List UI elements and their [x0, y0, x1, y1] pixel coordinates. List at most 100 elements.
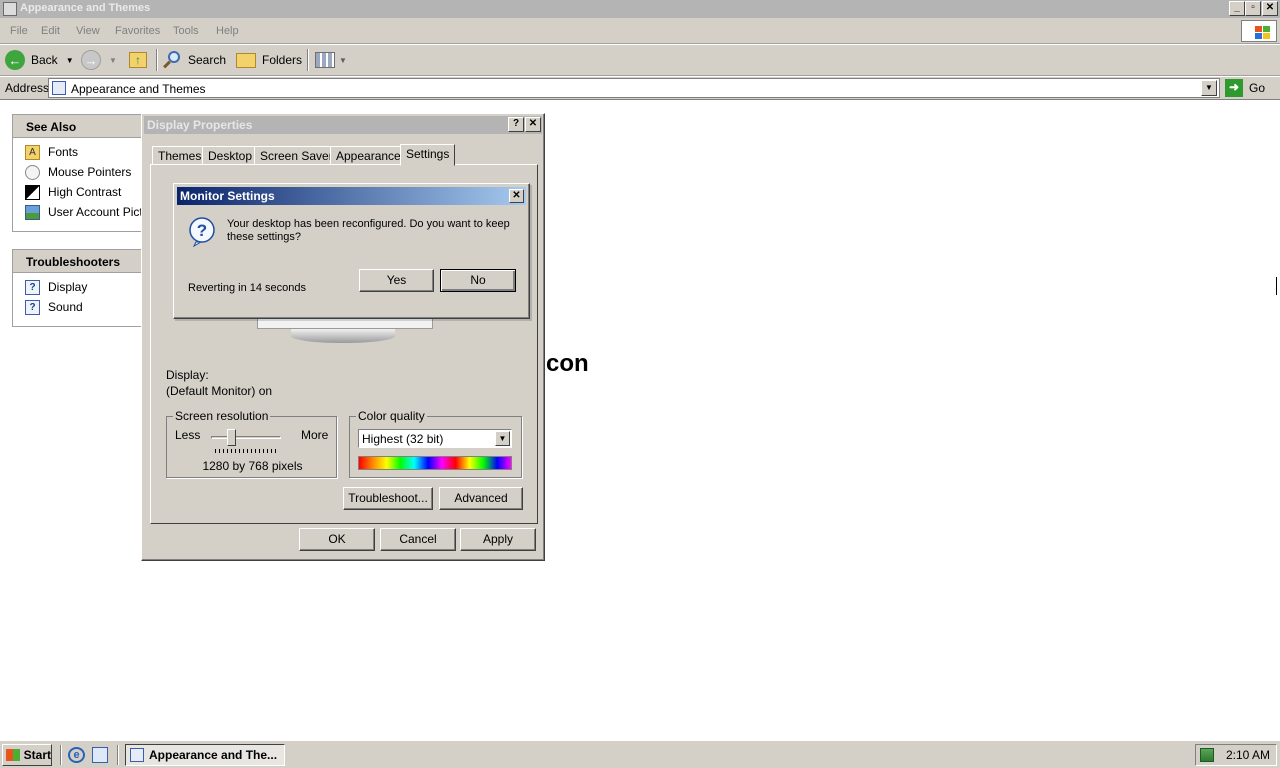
chevron-down-icon: ▼: [109, 55, 117, 65]
see-also-label: High Contrast: [48, 185, 122, 199]
troubleshooter-label: Display: [48, 280, 88, 294]
monitor-settings-dialog: Monitor Settings ✕ ? Your desktop has be…: [173, 183, 530, 319]
ok-button[interactable]: OK: [299, 528, 375, 551]
control-panel-icon: [52, 81, 66, 95]
clock[interactable]: 2:10 AM: [1226, 748, 1270, 762]
color-quality-label: Color quality: [356, 409, 427, 423]
address-dropdown-button[interactable]: ▼: [1201, 80, 1217, 96]
see-also-label: Fonts: [48, 145, 79, 159]
address-value: Appearance and Themes: [71, 82, 206, 96]
mouse-icon: [25, 164, 40, 180]
forward-button[interactable]: → ▼: [81, 49, 117, 71]
color-quality-select[interactable]: Highest (32 bit) ▼: [358, 429, 512, 448]
folders-button[interactable]: Folders: [236, 49, 302, 71]
window-titlebar[interactable]: Appearance and Themes _ ▫ ✕: [0, 0, 1280, 18]
see-also-label: Mouse Pointers: [48, 165, 132, 179]
minimize-button[interactable]: _: [1229, 1, 1245, 16]
maximize-button[interactable]: ▫: [1245, 1, 1261, 16]
monitor-settings-title: Monitor Settings: [180, 189, 275, 203]
help-button[interactable]: ?: [508, 117, 524, 132]
go-label: Go: [1249, 81, 1266, 95]
see-also-item-mouse-pointers[interactable]: Mouse Pointers: [13, 162, 141, 182]
back-label: Back: [31, 53, 58, 67]
folder-fonts-icon: A: [25, 144, 40, 160]
chevron-down-icon: ▼: [339, 55, 347, 65]
tab-screen-saver[interactable]: Screen Saver: [254, 146, 339, 165]
go-arrow-icon: ➜: [1225, 79, 1243, 97]
folder-icon: [3, 2, 17, 16]
forward-arrow-icon: →: [81, 50, 101, 70]
see-also-item-high-contrast[interactable]: High Contrast: [13, 182, 141, 202]
window-title: Appearance and Themes: [20, 2, 151, 14]
troubleshooter-item-sound[interactable]: ? Sound: [13, 297, 141, 317]
toolbar: ← Back ▼ → ▼ ↑ Search Folders ▼: [0, 45, 1280, 76]
search-button[interactable]: Search: [162, 49, 226, 71]
start-label: Start: [23, 748, 51, 762]
up-folder-button[interactable]: ↑: [129, 49, 147, 71]
cancel-button[interactable]: Cancel: [380, 528, 456, 551]
views-button[interactable]: ▼: [315, 49, 347, 71]
display-properties-dialog: Display Properties ? ✕ Themes Desktop Sc…: [141, 113, 545, 561]
menu-file[interactable]: File: [10, 25, 28, 37]
network-icon[interactable]: [1200, 748, 1214, 762]
see-also-item-fonts[interactable]: A Fonts: [13, 142, 141, 162]
screen-resolution-label: Screen resolution: [173, 409, 271, 423]
display-label: Display:: [166, 368, 209, 382]
show-desktop-icon[interactable]: [92, 747, 108, 763]
no-button[interactable]: No: [440, 269, 516, 292]
contrast-icon: [25, 184, 40, 200]
resolution-slider-track[interactable]: [211, 436, 281, 439]
control-panel-icon: [130, 748, 144, 762]
back-arrow-icon: ←: [5, 50, 25, 70]
menu-bar: File Edit View Favorites Tools Help: [0, 18, 1280, 44]
advanced-button[interactable]: Advanced: [439, 487, 523, 510]
menu-help[interactable]: Help: [216, 25, 239, 37]
folders-label: Folders: [262, 53, 303, 67]
menu-tools[interactable]: Tools: [173, 25, 199, 37]
menu-view[interactable]: View: [76, 25, 100, 37]
close-button[interactable]: ✕: [1262, 1, 1278, 16]
see-also-heading: See Also: [13, 115, 141, 138]
start-button[interactable]: Start: [2, 744, 52, 766]
address-input[interactable]: Appearance and Themes ▼: [48, 78, 1220, 98]
address-label: Address: [5, 81, 50, 95]
search-label: Search: [188, 53, 227, 67]
views-icon: [315, 52, 335, 68]
internet-explorer-icon[interactable]: e: [68, 747, 85, 763]
menu-favorites[interactable]: Favorites: [115, 25, 160, 37]
tab-appearance[interactable]: Appearance: [330, 146, 407, 165]
troubleshooter-item-display[interactable]: ? Display: [13, 277, 141, 297]
yes-button[interactable]: Yes: [359, 269, 434, 292]
troubleshoot-button[interactable]: Troubleshoot...: [343, 487, 433, 510]
see-also-pane: See Also A Fonts Mouse Pointers High Con…: [12, 114, 142, 232]
tab-desktop[interactable]: Desktop: [202, 146, 259, 165]
taskbar-item-appearance-themes[interactable]: Appearance and The...: [125, 744, 285, 766]
color-quality-value: Highest (32 bit): [362, 432, 444, 446]
back-button[interactable]: ← Back ▼: [5, 49, 74, 71]
color-spectrum-bar: [358, 456, 512, 470]
message-close-button[interactable]: ✕: [509, 189, 524, 203]
troubleshooters-heading: Troubleshooters: [13, 250, 141, 273]
resolution-slider-thumb[interactable]: [227, 429, 236, 446]
menu-edit[interactable]: Edit: [41, 25, 60, 37]
help-icon: ?: [25, 299, 40, 315]
monitor-settings-titlebar[interactable]: Monitor Settings ✕: [177, 187, 526, 205]
resolution-value: 1280 by 768 pixels: [202, 459, 303, 473]
windows-logo-icon: [1241, 20, 1277, 42]
system-tray: 2:10 AM: [1195, 744, 1277, 766]
troubleshooters-pane: Troubleshooters ? Display ? Sound: [12, 249, 142, 327]
revert-countdown: Reverting in 14 seconds: [188, 282, 307, 294]
tab-settings[interactable]: Settings: [400, 144, 456, 166]
display-properties-titlebar[interactable]: Display Properties ? ✕: [144, 116, 542, 134]
monitor-stand: [291, 329, 395, 343]
message-line-2: these settings?: [227, 231, 301, 243]
color-quality-group: Color quality Highest (32 bit) ▼: [349, 409, 522, 478]
up-folder-icon: ↑: [129, 52, 147, 68]
apply-button[interactable]: Apply: [460, 528, 536, 551]
see-also-item-user-account-picture[interactable]: User Account Pictu: [13, 202, 141, 222]
screen-resolution-group: Screen resolution Less More 1280 by 768 …: [166, 409, 337, 478]
go-button[interactable]: ➜ Go: [1225, 79, 1265, 97]
tab-themes[interactable]: Themes: [152, 146, 208, 165]
chevron-down-icon[interactable]: ▼: [495, 431, 510, 446]
dialog-close-button[interactable]: ✕: [525, 117, 541, 132]
